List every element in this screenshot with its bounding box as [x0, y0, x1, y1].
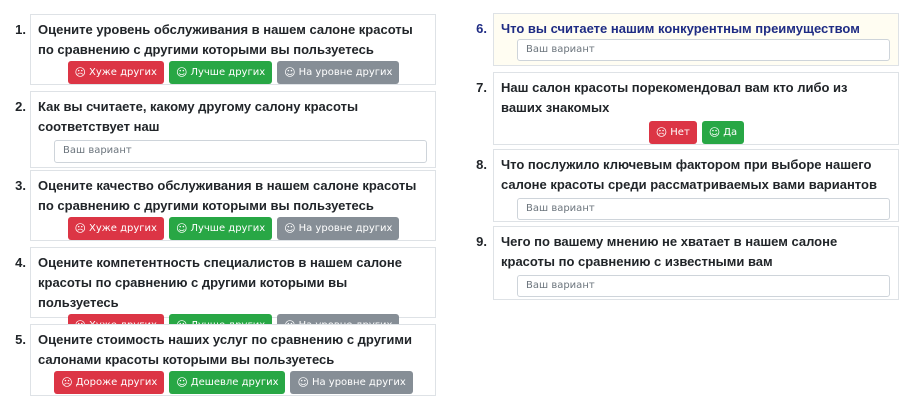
- neutral-face-icon: ☺: [284, 66, 296, 79]
- question-number: 4.: [15, 255, 26, 270]
- better-button[interactable]: ☺Лучше других: [168, 61, 273, 84]
- sad-face-icon: ☹: [74, 222, 87, 235]
- answer-input[interactable]: Ваш вариант: [517, 39, 890, 61]
- question-text: Наш салон красоты порекомендовал вам кто…: [501, 80, 848, 115]
- question-card: Чего по вашему мнению не хватает в нашем…: [493, 226, 899, 300]
- button-label: На уровне других: [298, 67, 393, 78]
- question-number: 8.: [476, 157, 487, 172]
- smile-face-icon: ☺: [176, 376, 188, 389]
- button-label: Лучше других: [190, 223, 266, 234]
- question-card: Оцените стоимость наших услуг по сравнен…: [30, 324, 436, 396]
- question-card: Оцените уровень обслуживания в нашем сал…: [30, 14, 436, 85]
- worse-button[interactable]: ☹Хуже других: [67, 61, 164, 84]
- button-label: На уровне других: [311, 377, 406, 388]
- better-button[interactable]: ☺Лучше других: [168, 217, 273, 240]
- answer-buttons: ☹Хуже других ☺Лучше других ☺На уровне др…: [38, 61, 429, 84]
- question-card: Что вы считаете нашим конкурентным преим…: [493, 13, 899, 66]
- sad-face-icon: ☹: [655, 126, 668, 139]
- same-level-button[interactable]: ☺На уровне других: [277, 217, 400, 240]
- question-card: Что послужило ключевым фактором при выбо…: [493, 149, 899, 222]
- neutral-face-icon: ☺: [284, 222, 296, 235]
- answer-input[interactable]: Ваш вариант: [54, 140, 427, 163]
- button-label: На уровне других: [298, 223, 393, 234]
- question-number: 7.: [476, 80, 487, 95]
- answer-buttons: ☹ Дороже других ☺ Дешевле других ☺ На уровн…: [38, 371, 429, 394]
- question-number: 2.: [15, 99, 26, 114]
- question-number: 3.: [15, 178, 26, 193]
- question-number: 9.: [476, 234, 487, 249]
- button-label: Хуже других: [89, 223, 157, 234]
- worse-button[interactable]: ☹Хуже других: [67, 217, 164, 240]
- question-text: Чего по вашему мнению не хватает в нашем…: [501, 234, 838, 269]
- question-text: Что вы считаете нашим конкурентным преим…: [501, 21, 860, 36]
- question-text: Оцените стоимость наших услуг по сравнен…: [38, 332, 412, 367]
- button-label: Лучше других: [190, 67, 266, 78]
- same-level-button[interactable]: ☺На уровне других: [277, 61, 400, 84]
- question-card: Оцените качество обслуживания в нашем са…: [30, 170, 436, 241]
- question-text: Оцените качество обслуживания в нашем са…: [38, 178, 417, 213]
- more-expensive-button[interactable]: ☹ Дороже других: [54, 371, 165, 394]
- question-card: Оцените компетентность специалистов в на…: [30, 247, 436, 337]
- no-button[interactable]: ☹ Нет: [648, 121, 697, 144]
- same-level-button[interactable]: ☺На уровне других: [290, 371, 413, 394]
- question-number: 1.: [15, 22, 26, 37]
- answer-buttons: ☹Хуже других ☺Лучше других ☺На уровне др…: [38, 217, 429, 240]
- question-text: Оцените компетентность специалистов в на…: [38, 255, 402, 310]
- question-number: 5.: [15, 332, 26, 347]
- button-label: Дешевле других: [190, 377, 279, 388]
- question-text: Оцените уровень обслуживания в нашем сал…: [38, 22, 413, 57]
- button-label: Нет: [670, 127, 690, 138]
- neutral-face-icon: ☺: [297, 376, 309, 389]
- button-label: Да: [723, 127, 738, 138]
- question-card: Как вы считаете, какому другому салону к…: [30, 91, 436, 168]
- button-label: Хуже других: [89, 67, 157, 78]
- question-card: Наш салон красоты порекомендовал вам кто…: [493, 72, 899, 145]
- yes-button[interactable]: ☺ Да: [701, 121, 745, 144]
- question-text: Что послужило ключевым фактором при выбо…: [501, 157, 877, 192]
- question-number: 6.: [476, 21, 487, 36]
- answer-buttons: ☹ Нет ☺ Да: [501, 121, 892, 144]
- question-text: Как вы считаете, какому другому салону к…: [38, 99, 359, 134]
- cheaper-button[interactable]: ☺ Дешевле других: [169, 371, 286, 394]
- smile-face-icon: ☺: [708, 126, 721, 139]
- smile-face-icon: ☺: [175, 66, 188, 79]
- sad-face-icon: ☹: [61, 376, 73, 389]
- answer-input[interactable]: Ваш вариант: [517, 198, 890, 220]
- button-label: Дороже других: [75, 377, 158, 388]
- smile-face-icon: ☺: [175, 222, 188, 235]
- sad-face-icon: ☹: [74, 66, 87, 79]
- answer-input[interactable]: Ваш вариант: [517, 275, 890, 297]
